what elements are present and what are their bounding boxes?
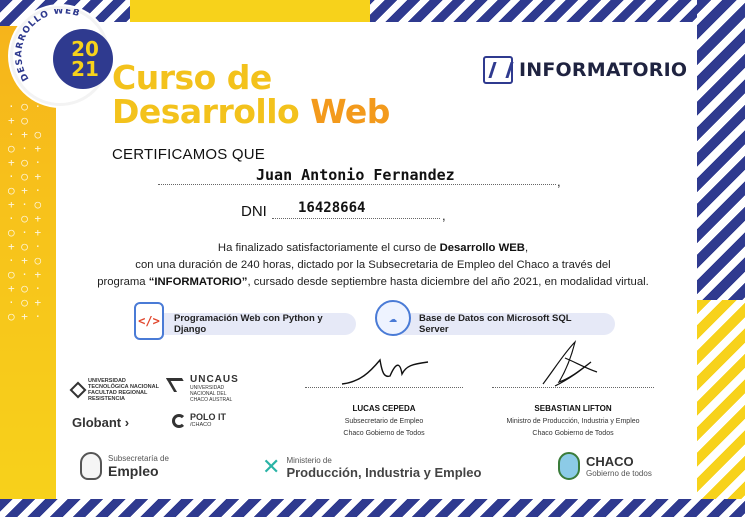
informatorio-logo: INFORMATORIO (483, 56, 687, 84)
chaco-shield-icon (558, 452, 580, 480)
statement-program: “INFORMATORIO” (148, 276, 248, 288)
ministerio-subtitle: Ministerio de (286, 455, 332, 465)
course-title-line2: Desarrollo Web (112, 94, 390, 130)
statement-line-3: programa “INFORMATORIO”, cursado desde s… (58, 274, 688, 291)
skill-label: Programación Web con Python y Django (174, 313, 323, 335)
dni-dotted-line (272, 218, 440, 219)
uncaus-logo: UNCAUS UNIVERSIDAD NACIONAL DEL CHACO AU… (165, 374, 239, 403)
title-word-desarrollo: Desarrollo (112, 92, 311, 131)
poloit-mark-icon (172, 413, 186, 428)
code-file-icon: </> (134, 302, 164, 340)
statement-text: , cursado desde septiembre hasta diciemb… (247, 276, 649, 288)
signature-line-2 (492, 387, 654, 388)
shield-icon (80, 452, 102, 480)
utn-logo: UNIVERSIDAD TECNOLÓGICA NACIONAL FACULTA… (69, 378, 159, 402)
empleo-subtitle: Subsecretaría de (108, 453, 169, 463)
chevron-right-icon: › (121, 415, 130, 430)
dni-label: DNI (241, 203, 267, 220)
poloit-subtitle: /CHACO (190, 422, 212, 428)
right-yellow-stripes (697, 300, 745, 500)
skill-python-django: Programación Web con Python y Django (140, 313, 356, 335)
statement-text: , (524, 242, 529, 254)
chaco-title: CHACO (586, 454, 634, 469)
dni-comma: , (442, 208, 446, 223)
name-dotted-line (158, 184, 556, 185)
ministerio-title: Producción, Industria y Empleo (286, 464, 482, 480)
signatory-role-2: Ministro de Producción, Industria y Empl… (492, 416, 654, 440)
statement-line-1: Ha finalizado satisfactoriamente el curs… (58, 240, 688, 257)
top-yellow-band (130, 0, 370, 22)
signature-line-1 (305, 387, 463, 388)
signatory-role-org: Chaco Gobierno de Todos (343, 430, 425, 437)
skill-sql-server: Base de Datos con Microsoft SQL Server (385, 313, 615, 335)
certify-heading: CERTIFICAMOS QUE (112, 146, 265, 163)
skill-label: Base de Datos con Microsoft SQL Server (419, 313, 572, 335)
statement-course: Desarrollo WEB (439, 242, 525, 254)
globant-logo: Globant › (72, 415, 129, 430)
utn-mark-icon (69, 381, 87, 399)
informatorio-mark-icon (483, 56, 513, 84)
chaco-subtitle: Gobierno de todos (586, 469, 652, 478)
statement-line-2: con una duración de 240 horas, dictado p… (135, 259, 611, 271)
decorative-pattern: · ○ · + ○ · + ○ ○ · + + ○ · · ○ + ○ + · … (8, 100, 42, 323)
bottom-stripe-border (0, 499, 745, 517)
uncaus-subtitle: UNIVERSIDAD NACIONAL DEL CHACO AUSTRAL (190, 385, 233, 403)
uncaus-mark-icon (165, 378, 191, 392)
course-badge: DESARROLLO WEB 20 21 (10, 6, 113, 106)
recipient-name: Juan Antonio Fernandez (256, 166, 455, 184)
dni-value: 16428664 (298, 200, 366, 216)
title-word-web: Web (310, 92, 390, 131)
signatory-role-1: Subsecretario de Empleo Chaco Gobierno de… (305, 416, 463, 440)
name-comma: , (557, 174, 561, 189)
utn-text: UNIVERSIDAD TECNOLÓGICA NACIONAL FACULTA… (88, 378, 159, 402)
signatory-name-2: SEBASTIAN LIFTON (534, 404, 612, 413)
badge-year: 20 21 (71, 37, 99, 81)
signatory-name-1: LUCAS CEPEDA (352, 404, 416, 413)
signatory-role-title: Subsecretario de Empleo (344, 418, 424, 425)
poloit-title: POLO IT (190, 412, 226, 422)
signature-sebastian-lifton (542, 340, 598, 387)
subsecretaria-empleo-logo: Subsecretaría de Empleo (80, 452, 169, 480)
globant-text: Globant (72, 415, 122, 430)
completion-statement: Ha finalizado satisfactoriamente el curs… (58, 240, 688, 291)
statement-text: Ha finalizado satisfactoriamente el curs… (217, 242, 440, 254)
ministerio-x-icon: ✕ (262, 455, 281, 480)
signatory-role-org: Chaco Gobierno de Todos (532, 430, 614, 437)
uncaus-title: UNCAUS (190, 374, 239, 385)
chaco-logo: CHACO Gobierno de todos (558, 452, 652, 480)
course-title-line1: Curso de (112, 58, 272, 97)
empleo-title: Empleo (108, 462, 159, 479)
database-cloud-icon: ☁ (375, 300, 411, 336)
signatory-role-title: Ministro de Producción, Industria y Empl… (506, 418, 640, 425)
ministerio-logo: ✕ Ministerio de Producción, Industria y … (262, 455, 481, 480)
signature-lucas-cepeda (341, 358, 429, 385)
statement-text: programa (97, 276, 149, 288)
informatorio-logo-text: INFORMATORIO (519, 59, 688, 81)
poloit-logo: POLO IT /CHACO (172, 413, 226, 428)
